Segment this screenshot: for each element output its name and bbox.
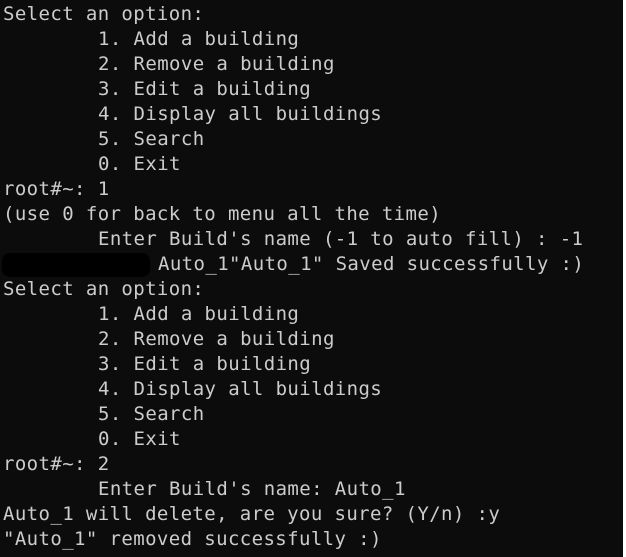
hint-text: (use 0 for back to menu all the time) xyxy=(3,203,442,225)
menu-item-exit: 0. Exit xyxy=(98,428,181,450)
command-prompt-input: root#~: 2 xyxy=(3,453,110,475)
command-prompt-input: root#~: 1 xyxy=(3,178,110,200)
menu-item-display: 4. Display all buildings xyxy=(98,378,383,400)
menu-item-remove: 2. Remove a building xyxy=(98,328,335,350)
menu-item-edit: 3. Edit a building xyxy=(98,78,312,100)
prompt-select-option: Select an option: xyxy=(3,3,205,25)
enter-name-prompt: Enter Build's name: Auto_1 xyxy=(98,478,406,500)
prompt-select-option: Select an option: xyxy=(3,278,205,300)
menu-item-add: 1. Add a building xyxy=(98,303,300,325)
menu-item-search: 5. Search xyxy=(98,128,205,150)
menu-item-search: 5. Search xyxy=(98,403,205,425)
remove-success-message: "Auto_1" removed successfully :) xyxy=(3,528,382,550)
menu-item-display: 4. Display all buildings xyxy=(98,103,383,125)
menu-item-add: 1. Add a building xyxy=(98,28,300,50)
menu-item-edit: 3. Edit a building xyxy=(98,353,312,375)
redacted-region xyxy=(2,253,150,277)
save-success-message: Auto_1"Auto_1" Saved successfully :) xyxy=(158,253,585,275)
menu-item-remove: 2. Remove a building xyxy=(98,53,335,75)
menu-item-exit: 0. Exit xyxy=(98,153,181,175)
terminal-output[interactable]: Select an option: 1. Add a building 2. R… xyxy=(0,0,623,557)
enter-name-prompt: Enter Build's name (-1 to auto fill) : -… xyxy=(98,228,584,250)
delete-confirm-prompt: Auto_1 will delete, are you sure? (Y/n) … xyxy=(3,503,501,525)
